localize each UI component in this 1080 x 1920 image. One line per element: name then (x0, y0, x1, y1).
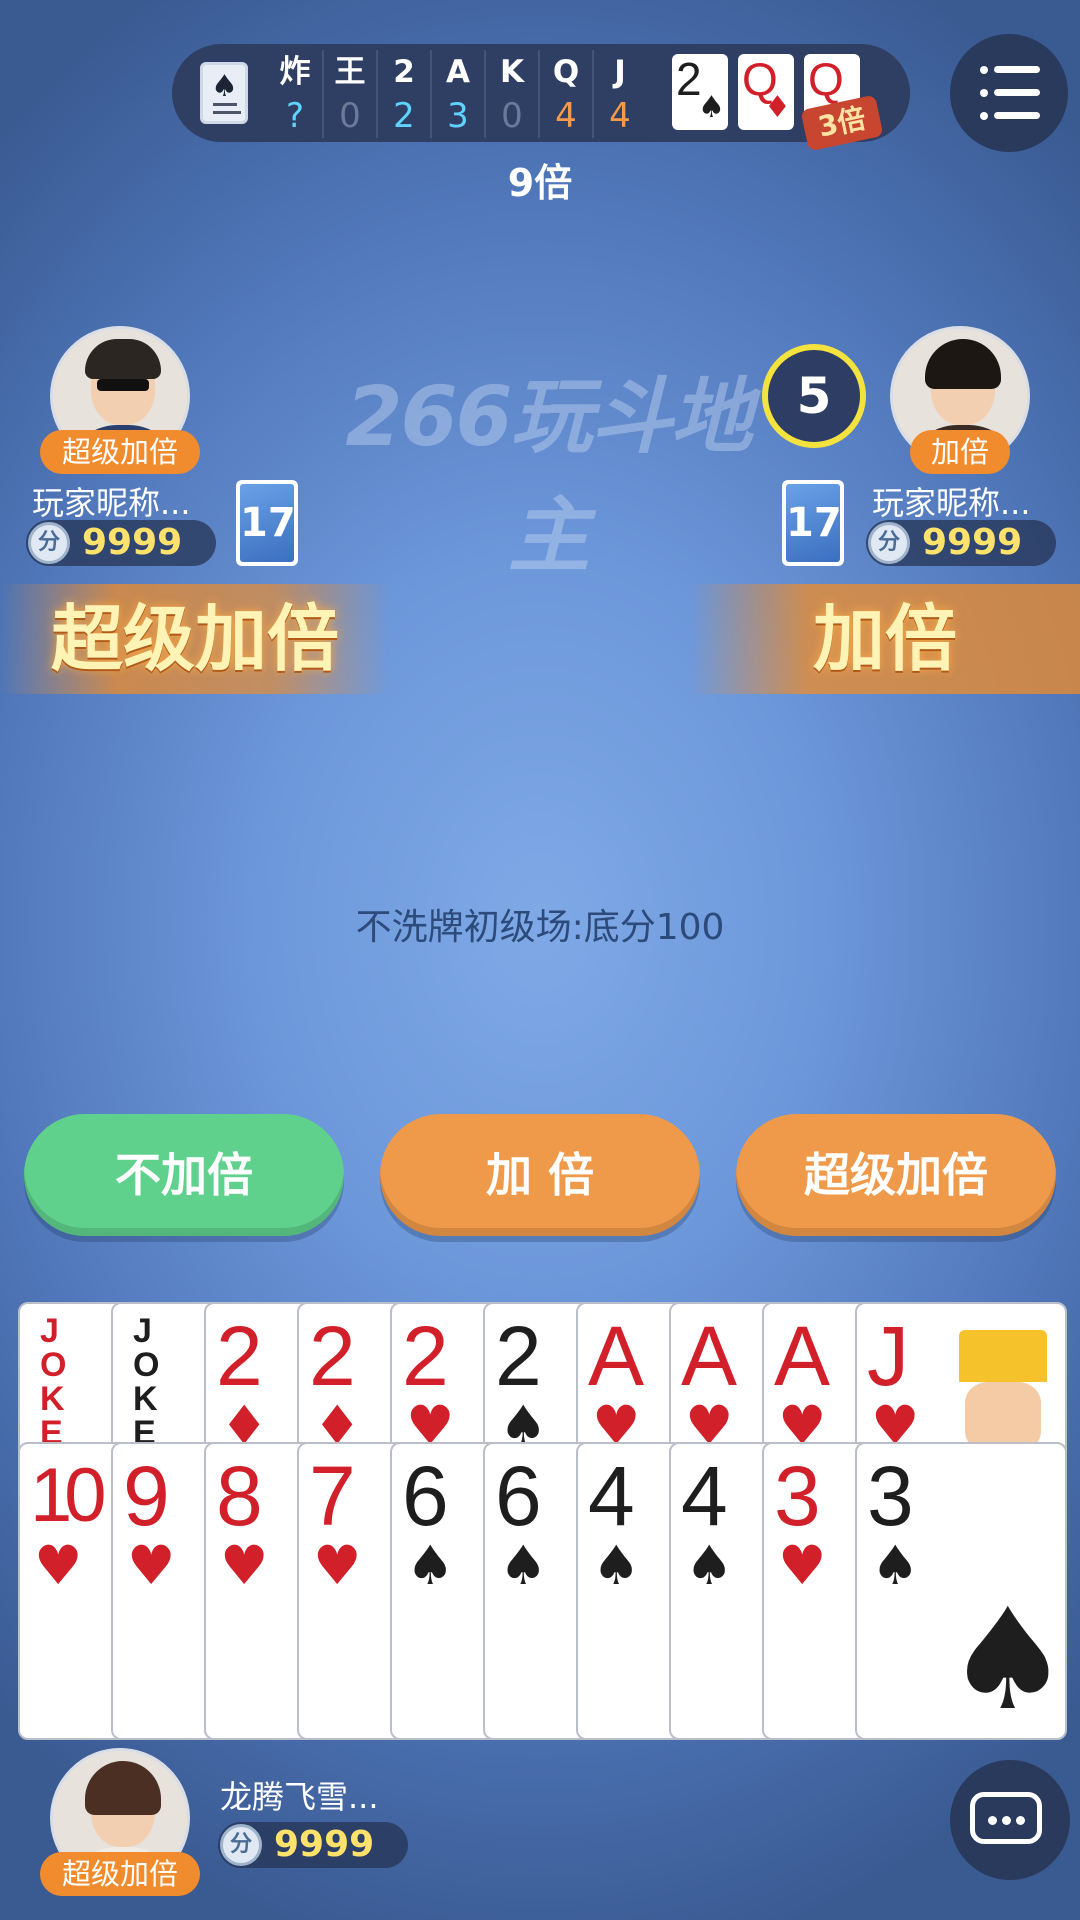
card-rank: 6 (402, 1449, 449, 1543)
rank-label: K (499, 54, 525, 90)
card-suit: ♥ (220, 1534, 269, 1597)
card-suit: ♠ (406, 1534, 455, 1597)
room-info-text: 不洗牌初级场:底分100 (355, 907, 725, 948)
card-rank: 2 (402, 1309, 449, 1403)
card-suit: ♥ (34, 1534, 83, 1597)
brand-watermark: 266玩斗地主 (345, 370, 752, 584)
chat-button[interactable] (950, 1760, 1070, 1880)
card-suit: ♥ (127, 1534, 176, 1597)
left-player-role-tag: 超级加倍 (40, 430, 200, 474)
coin-icon: 分 (868, 522, 910, 564)
card-rank: 2 (216, 1309, 263, 1403)
self-player-name: 龙腾飞雪... (220, 1778, 379, 1816)
rank-count-column: J4 (592, 50, 646, 138)
rank-count-column: K0 (484, 50, 538, 138)
rank-count-column: A3 (430, 50, 484, 138)
rank-remaining-count: 2 (393, 96, 415, 136)
card-rank: A (774, 1309, 831, 1403)
card-rank: 2 (495, 1309, 542, 1403)
coin-icon: 分 (28, 522, 70, 564)
card-rank: 9 (123, 1449, 170, 1543)
double-button[interactable]: 加 倍 (380, 1114, 700, 1236)
rank-remaining-count: 4 (609, 96, 631, 136)
hand-card[interactable]: 3 ♠ ♠ (855, 1442, 1067, 1740)
bottom-card: 2 ♠ (672, 53, 728, 130)
rank-remaining-count: 3 (447, 96, 469, 136)
right-player-action-banner: 加倍 (690, 584, 1080, 694)
card-rank: 3 (867, 1449, 914, 1543)
rank-count-column: 22 (376, 50, 430, 138)
card-tracker-icon[interactable]: ♠ (200, 62, 248, 124)
card-suit: ♠ (499, 1534, 548, 1597)
bottom-card: Q ♦ (738, 53, 794, 130)
game-multiplier: 9倍 (507, 161, 573, 205)
left-player-name: 玩家昵称... (32, 484, 191, 522)
card-rank: 10 (30, 1453, 106, 1538)
left-player-action-banner: 超级加倍 (0, 584, 390, 694)
card-rank: 8 (216, 1449, 263, 1543)
rank-label: Q (552, 54, 580, 90)
card-rank: 4 (588, 1449, 635, 1543)
right-player-score: 分 9999 (866, 520, 1056, 566)
rank-count-column: 王0 (322, 50, 376, 138)
no-double-button[interactable]: 不加倍 (24, 1114, 344, 1236)
rank-label: J (614, 54, 626, 90)
card-rank: 7 (309, 1449, 356, 1543)
rank-count-column: Q4 (538, 50, 592, 138)
rank-label: 2 (393, 54, 415, 90)
menu-button[interactable] (950, 34, 1068, 152)
rank-label: A (446, 54, 470, 90)
right-player-role-tag: 加倍 (910, 430, 1010, 474)
right-player-cards-left: 17 (782, 480, 844, 566)
coin-icon: 分 (220, 1824, 262, 1866)
card-rank: 2 (309, 1309, 356, 1403)
card-counter-bar: ♠ 炸? 王 0 2 2 A 3 K 0 Q 4 J 4 2 ♠ Q ♦ Q 3倍 (172, 44, 910, 152)
self-player-score: 分 9999 (218, 1822, 408, 1868)
card-suit: ♥ (778, 1534, 827, 1597)
card-rank: A (588, 1309, 645, 1403)
card-suit: ♠ (871, 1534, 920, 1597)
rank-remaining-count: 4 (555, 96, 577, 136)
card-rank: 6 (495, 1449, 542, 1543)
card-center-suit: ♠ (945, 1579, 1067, 1740)
rank-remaining-count: ? (285, 96, 305, 136)
rank-remaining-count: 0 (339, 96, 361, 136)
left-player-cards-left: 17 (236, 480, 298, 566)
card-rank: A (681, 1309, 738, 1403)
right-player-name: 玩家昵称... (872, 484, 1031, 522)
card-rank: J (867, 1309, 909, 1403)
self-player-role-tag: 超级加倍 (40, 1852, 200, 1896)
card-rank: 4 (681, 1449, 728, 1543)
card-rank: 3 (774, 1449, 821, 1543)
rank-remaining-count: 0 (501, 96, 523, 136)
turn-timer: 5 (762, 344, 866, 448)
card-suit: ♥ (313, 1534, 362, 1597)
rank-count-column: 炸? (268, 50, 322, 138)
card-suit: ♠ (592, 1534, 641, 1597)
card-suit: ♠ (685, 1534, 734, 1597)
left-player-score: 分 9999 (26, 520, 216, 566)
super-double-button[interactable]: 超级加倍 (736, 1114, 1056, 1236)
face-card-art (953, 1330, 1049, 1460)
rank-label: 炸 (279, 54, 311, 90)
rank-label: 王 (334, 54, 366, 90)
